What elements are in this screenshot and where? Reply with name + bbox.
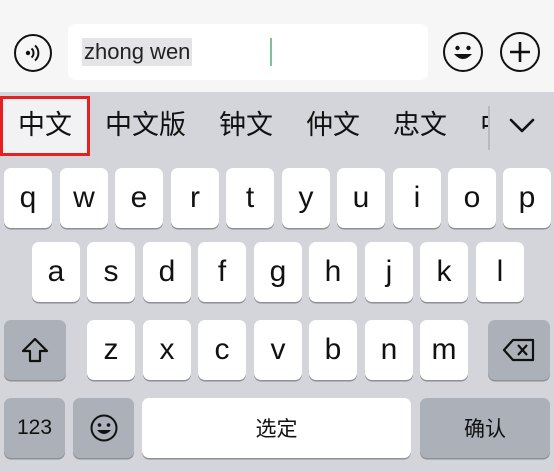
key-u[interactable]: u: [337, 168, 385, 228]
key-k[interactable]: k: [420, 242, 468, 302]
expand-candidates-button[interactable]: [505, 110, 539, 140]
confirm-key[interactable]: 确认: [420, 398, 550, 458]
input-toolbar: zhong wen: [0, 0, 554, 92]
candidate-1[interactable]: 中文: [18, 108, 72, 142]
key-i[interactable]: i: [393, 168, 441, 228]
key-e[interactable]: e: [115, 168, 163, 228]
plus-icon: [510, 42, 530, 62]
composition-text: zhong wen: [82, 38, 193, 66]
key-h[interactable]: h: [309, 242, 357, 302]
delete-key[interactable]: [488, 320, 550, 380]
key-o[interactable]: o: [448, 168, 496, 228]
key-d[interactable]: d: [143, 242, 191, 302]
key-l[interactable]: l: [476, 242, 524, 302]
key-t[interactable]: t: [226, 168, 274, 228]
key-p[interactable]: p: [503, 168, 551, 228]
delete-icon: [502, 338, 535, 362]
voice-icon: [25, 44, 40, 62]
add-button[interactable]: [500, 32, 540, 72]
composition-input[interactable]: zhong wen: [68, 24, 428, 80]
numbers-key[interactable]: 123: [4, 398, 65, 458]
key-a[interactable]: a: [32, 242, 80, 302]
key-v[interactable]: v: [254, 320, 302, 380]
key-b[interactable]: b: [309, 320, 357, 380]
emoji-key[interactable]: [73, 398, 134, 458]
candidate-2[interactable]: 中文版: [105, 108, 186, 142]
key-m[interactable]: m: [420, 320, 468, 380]
key-j[interactable]: j: [365, 242, 413, 302]
shift-icon: [21, 337, 49, 363]
key-s[interactable]: s: [87, 242, 135, 302]
emoji-button[interactable]: [443, 32, 483, 72]
voice-button[interactable]: [14, 34, 52, 72]
chevron-down-icon: [509, 118, 535, 133]
candidate-6[interactable]: 中: [480, 108, 488, 142]
key-f[interactable]: f: [198, 242, 246, 302]
candidate-4[interactable]: 仲文: [306, 108, 360, 142]
key-x[interactable]: x: [143, 320, 191, 380]
key-z[interactable]: z: [87, 320, 135, 380]
key-n[interactable]: n: [365, 320, 413, 380]
key-r[interactable]: r: [171, 168, 219, 228]
text-caret: [270, 38, 272, 66]
key-w[interactable]: w: [60, 168, 108, 228]
candidate-bar: 中文 中文版 钟文 仲文 忠文 中: [0, 92, 554, 166]
key-c[interactable]: c: [198, 320, 246, 380]
key-g[interactable]: g: [254, 242, 302, 302]
candidate-5[interactable]: 忠文: [393, 108, 447, 142]
emoji-icon: [90, 414, 117, 442]
shift-key[interactable]: [4, 320, 66, 380]
candidate-divider: [488, 106, 490, 150]
candidate-3[interactable]: 钟文: [219, 108, 273, 142]
candidate-list: 中文 中文版 钟文 仲文 忠文 中: [0, 92, 488, 166]
emoji-icon: [454, 45, 472, 59]
key-y[interactable]: y: [282, 168, 330, 228]
space-key[interactable]: 选定: [142, 398, 411, 458]
key-q[interactable]: q: [4, 168, 52, 228]
